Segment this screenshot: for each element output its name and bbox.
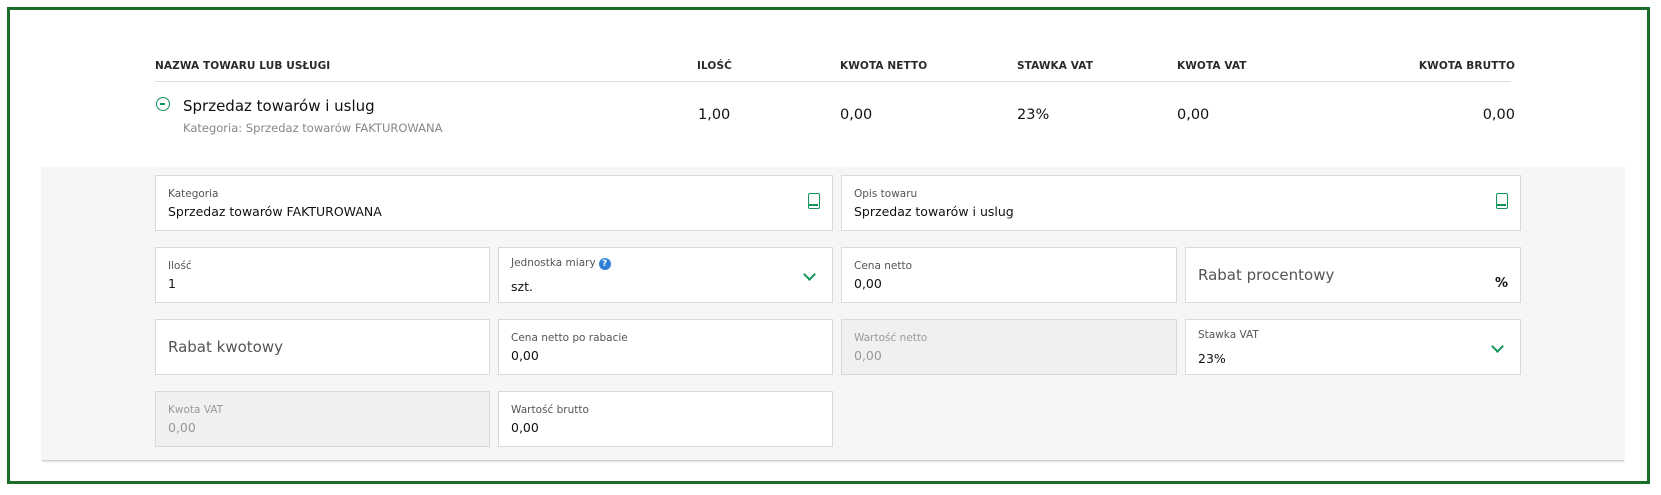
gross-value-label: Wartość brutto <box>511 404 589 416</box>
description-label: Opis towaru <box>854 188 918 200</box>
vat-rate-value: 23% <box>1198 351 1226 366</box>
percent-suffix: % <box>1494 276 1508 291</box>
row-net-amount: 0,00 <box>840 107 873 123</box>
category-label: Kategoria <box>168 188 219 200</box>
row-item-category: Kategoria: Sprzedaz towarów FAKTUROWANA <box>183 121 443 135</box>
description-value: Sprzedaz towarów i uslug <box>854 204 1014 219</box>
amount-discount-field[interactable]: Rabat kwotowy <box>155 319 490 375</box>
vat-rate-select[interactable]: Stawka VAT 23% <box>1185 319 1521 375</box>
net-price-after-discount-label: Cena netto po rabacie <box>511 332 628 344</box>
net-price-label: Cena netto <box>854 260 912 272</box>
col-header-net-amount: KWOTA NETTO <box>840 60 928 72</box>
vat-amount-field: Kwota VAT 0,00 <box>155 391 490 447</box>
collapse-minus-icon[interactable] <box>156 97 170 111</box>
unit-value: szt. <box>511 279 533 294</box>
item-detail-panel: Kategoria Sprzedaz towarów FAKTUROWANA O… <box>42 167 1624 461</box>
percent-discount-field[interactable]: Rabat procentowy % <box>1185 247 1521 303</box>
row-vat-rate: 23% <box>1017 107 1050 123</box>
row-qty: 1,00 <box>698 107 731 123</box>
chevron-down-icon[interactable] <box>803 268 816 281</box>
col-header-name: NAZWA TOWARU LUB USŁUGI <box>155 60 331 72</box>
row-item-name: Sprzedaz towarów i uslug <box>183 97 375 115</box>
col-header-qty: ILOŚĆ <box>697 60 732 72</box>
unit-select[interactable]: Jednostka miary? szt. <box>498 247 833 303</box>
gross-value-value: 0,00 <box>511 420 539 435</box>
net-price-after-discount-value: 0,00 <box>511 348 539 363</box>
amount-discount-placeholder: Rabat kwotowy <box>168 338 283 356</box>
book-icon[interactable] <box>808 193 820 209</box>
header-divider <box>155 81 1511 82</box>
net-price-value: 0,00 <box>854 276 882 291</box>
book-icon[interactable] <box>1496 193 1508 209</box>
quantity-label: Ilość <box>168 260 192 272</box>
unit-label: Jednostka miary? <box>511 257 611 270</box>
net-value-value: 0,00 <box>854 348 882 363</box>
vat-rate-label: Stawka VAT <box>1198 329 1259 341</box>
col-header-vat-rate: STAWKA VAT <box>1017 60 1093 72</box>
quantity-field[interactable]: Ilość 1 <box>155 247 490 303</box>
col-header-vat-amount: KWOTA VAT <box>1177 60 1247 72</box>
gross-value-field[interactable]: Wartość brutto 0,00 <box>498 391 833 447</box>
category-field[interactable]: Kategoria Sprzedaz towarów FAKTUROWANA <box>155 175 833 231</box>
net-value-label: Wartość netto <box>854 332 928 344</box>
row-gross-amount: 0,00 <box>1482 107 1515 123</box>
col-header-gross-amount: KWOTA BRUTTO <box>1418 60 1515 72</box>
net-price-field[interactable]: Cena netto 0,00 <box>841 247 1177 303</box>
percent-discount-placeholder: Rabat procentowy <box>1198 266 1335 284</box>
category-value: Sprzedaz towarów FAKTUROWANA <box>168 204 382 219</box>
vat-amount-label: Kwota VAT <box>168 404 224 416</box>
net-value-field: Wartość netto 0,00 <box>841 319 1177 375</box>
net-price-after-discount-field[interactable]: Cena netto po rabacie 0,00 <box>498 319 833 375</box>
quantity-value: 1 <box>168 276 176 291</box>
chevron-down-icon[interactable] <box>1491 340 1504 353</box>
vat-amount-value: 0,00 <box>168 420 196 435</box>
row-vat-amount: 0,00 <box>1177 107 1210 123</box>
help-icon[interactable]: ? <box>598 258 611 270</box>
description-field[interactable]: Opis towaru Sprzedaz towarów i uslug <box>841 175 1521 231</box>
